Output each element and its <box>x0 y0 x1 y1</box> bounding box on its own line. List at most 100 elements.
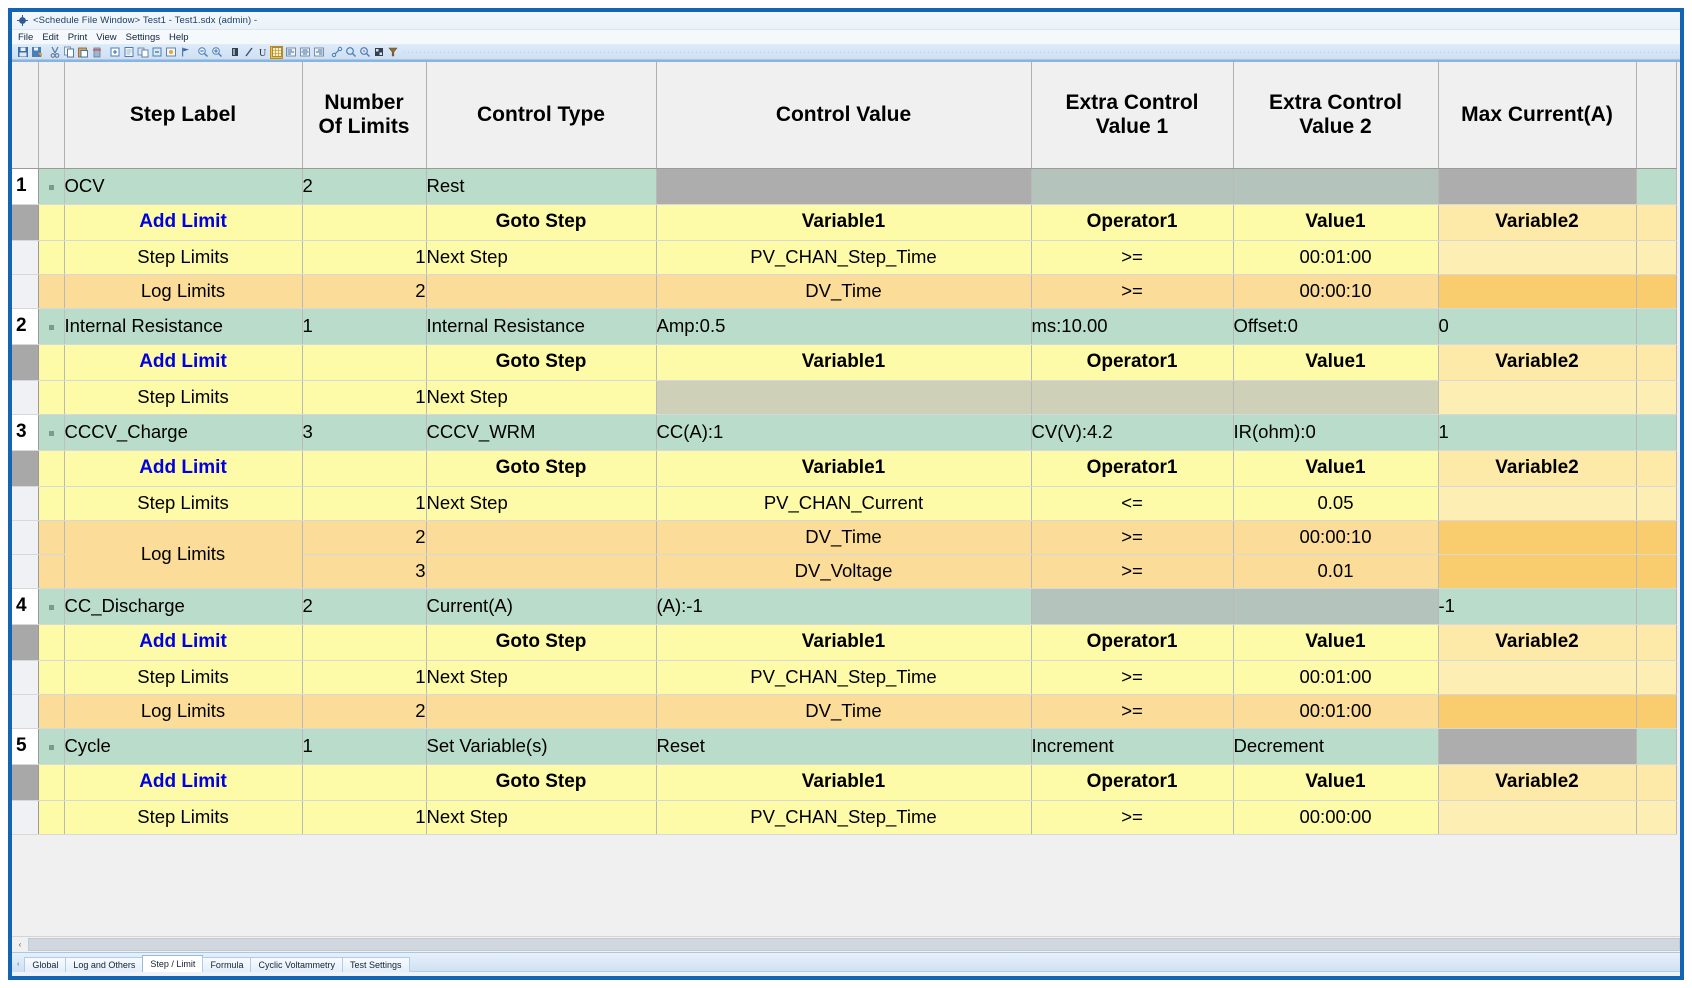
limit-variable1-cell[interactable]: DV_Voltage <box>656 554 1032 589</box>
number-of-limits-cell[interactable]: 2 <box>302 588 427 625</box>
header-extra-control-value-2[interactable]: Extra Control Value 2 <box>1233 62 1439 169</box>
limit-index-cell[interactable]: 1 <box>302 800 427 835</box>
limit-goto-cell[interactable] <box>426 554 657 589</box>
limit-operator1-cell[interactable]: >= <box>1031 520 1234 555</box>
limit-operator1-cell[interactable]: >= <box>1031 694 1234 729</box>
menu-item-settings[interactable]: Settings <box>126 32 160 43</box>
zoom-out-icon[interactable] <box>196 46 209 59</box>
control-type-cell[interactable]: Set Variable(s) <box>426 728 657 765</box>
new-step-icon[interactable] <box>122 46 135 59</box>
limit-variable2-cell[interactable] <box>1438 554 1637 589</box>
menu-item-view[interactable]: View <box>96 32 116 43</box>
limit-variable1-cell[interactable]: PV_CHAN_Step_Time <box>656 660 1032 695</box>
step-row-number[interactable]: 4 <box>12 588 39 625</box>
header-corner-rownum[interactable] <box>12 62 39 169</box>
header-corner-gutter[interactable] <box>38 62 65 169</box>
limit-value1-cell[interactable]: 0.05 <box>1233 486 1439 521</box>
max-current-cell[interactable]: 1 <box>1438 414 1637 451</box>
step-row-number[interactable]: 1 <box>12 168 39 205</box>
tab-nav-first-icon[interactable]: ‹ <box>16 956 20 972</box>
max-current-cell[interactable]: -1 <box>1438 588 1637 625</box>
grid-toggle-icon[interactable] <box>372 46 385 59</box>
step-row[interactable]: 5 Cycle 1 Set Variable(s) Reset Increment Decr… <box>12 728 1677 765</box>
limit-variable1-cell[interactable]: DV_Time <box>656 274 1032 309</box>
limit-value1-cell[interactable]: 00:00:00 <box>1233 800 1439 835</box>
log-limit-row[interactable]: Log Limits 2 DV_Time >= 00:00:10 <box>12 520 1677 589</box>
number-of-limits-cell[interactable]: 3 <box>302 414 427 451</box>
extra-control-value-2-cell[interactable]: Offset:0 <box>1233 308 1439 345</box>
step-row[interactable]: 1 OCV 2 Rest <box>12 168 1677 205</box>
extra-control-value-2-cell[interactable]: Decrement <box>1233 728 1439 765</box>
extra-control-value-2-cell[interactable]: IR(ohm):0 <box>1233 414 1439 451</box>
limit-variable1-cell[interactable]: DV_Time <box>656 694 1032 729</box>
limit-index-cell[interactable]: 1 <box>302 240 427 275</box>
limit-variable2-cell[interactable] <box>1438 380 1637 415</box>
limit-variable1-cell[interactable] <box>656 380 1032 415</box>
limit-goto-cell[interactable]: Next Step <box>426 800 657 835</box>
link-icon[interactable] <box>330 46 343 59</box>
save-icon[interactable] <box>16 46 29 59</box>
max-current-cell[interactable] <box>1438 728 1637 765</box>
properties-icon[interactable] <box>164 46 177 59</box>
step-label-cell[interactable]: Internal Resistance <box>64 308 303 345</box>
max-current-cell[interactable] <box>1438 168 1637 205</box>
limit-variable2-cell[interactable] <box>1438 520 1637 555</box>
log-limit-row[interactable]: Log Limits 2 DV_Time >= 00:01:00 <box>12 694 1677 729</box>
tab-cyclic-voltammetry[interactable]: Cyclic Voltammetry <box>250 957 343 972</box>
limit-header-row[interactable]: Add Limit Goto Step Variable1 Operator1 Valu… <box>12 764 1677 801</box>
append-step-icon[interactable] <box>150 46 163 59</box>
step-collapse-toggle[interactable] <box>38 728 65 765</box>
limit-value1-cell[interactable]: 00:00:10 <box>1233 520 1439 555</box>
align-grid-icon[interactable] <box>270 45 283 59</box>
add-limit-link[interactable]: Add Limit <box>64 624 303 661</box>
limit-index-cell[interactable]: 1 <box>302 380 427 415</box>
extra-control-value-1-cell[interactable] <box>1031 168 1234 205</box>
tab-log-and-others[interactable]: Log and Others <box>65 957 144 972</box>
align-center-icon[interactable] <box>298 46 311 59</box>
duplicate-step-icon[interactable] <box>136 46 149 59</box>
limit-variable2-cell[interactable] <box>1438 240 1637 275</box>
control-type-cell[interactable]: Internal Resistance <box>426 308 657 345</box>
paste-icon[interactable] <box>76 46 89 59</box>
header-max-current[interactable]: Max Current(A) <box>1438 62 1637 169</box>
extra-control-value-1-cell[interactable]: Increment <box>1031 728 1234 765</box>
step-label-cell[interactable]: OCV <box>64 168 303 205</box>
step-row-number[interactable]: 2 <box>12 308 39 345</box>
tab-formula[interactable]: Formula <box>202 957 252 972</box>
limit-goto-cell[interactable]: Next Step <box>426 380 657 415</box>
limit-variable2-cell[interactable] <box>1438 694 1637 729</box>
cut-icon[interactable] <box>48 46 61 59</box>
step-row[interactable]: 3 CCCV_Charge 3 CCCV_WRM CC(A):1 CV(V):4.2 IR(… <box>12 414 1677 451</box>
limit-variable1-cell[interactable]: PV_CHAN_Step_Time <box>656 240 1032 275</box>
step-limit-row[interactable]: Step Limits 1 Next Step PV_CHAN_Current <= 0.… <box>12 486 1677 521</box>
extra-control-value-2-cell[interactable] <box>1233 588 1439 625</box>
schedule-grid-area[interactable]: Step Label Number Of Limits Control Type… <box>12 60 1680 936</box>
save-as-icon[interactable] <box>30 46 43 59</box>
limit-value1-cell[interactable]: 00:00:10 <box>1233 274 1439 309</box>
find-next-icon[interactable] <box>358 46 371 59</box>
limit-header-row[interactable]: Add Limit Goto Step Variable1 Operator1 Valu… <box>12 624 1677 661</box>
menu-item-edit[interactable]: Edit <box>42 32 58 43</box>
align-left-icon[interactable] <box>284 46 297 59</box>
limit-variable2-cell[interactable] <box>1438 486 1637 521</box>
number-of-limits-cell[interactable]: 1 <box>302 308 427 345</box>
limit-variable2-cell[interactable] <box>1438 660 1637 695</box>
limit-goto-cell[interactable] <box>426 274 657 309</box>
limit-operator1-cell[interactable]: >= <box>1031 554 1234 589</box>
limit-index-cell[interactable]: 2 <box>302 520 427 555</box>
step-row-number[interactable]: 5 <box>12 728 39 765</box>
italic-icon[interactable]: U <box>256 46 269 59</box>
limit-goto-cell[interactable]: Next Step <box>426 486 657 521</box>
limit-operator1-cell[interactable]: >= <box>1031 240 1234 275</box>
header-number-of-limits[interactable]: Number Of Limits <box>302 62 427 169</box>
limit-index-cell[interactable]: 3 <box>302 554 427 589</box>
extra-control-value-2-cell[interactable] <box>1233 168 1439 205</box>
control-value-cell[interactable]: Amp:0.5 <box>656 308 1032 345</box>
step-collapse-toggle[interactable] <box>38 414 65 451</box>
limit-value1-cell[interactable]: 00:01:00 <box>1233 240 1439 275</box>
number-of-limits-cell[interactable]: 1 <box>302 728 427 765</box>
limit-variable2-cell[interactable] <box>1438 800 1637 835</box>
control-value-cell[interactable]: (A):-1 <box>656 588 1032 625</box>
step-label-cell[interactable]: Cycle <box>64 728 303 765</box>
header-control-type[interactable]: Control Type <box>426 62 657 169</box>
